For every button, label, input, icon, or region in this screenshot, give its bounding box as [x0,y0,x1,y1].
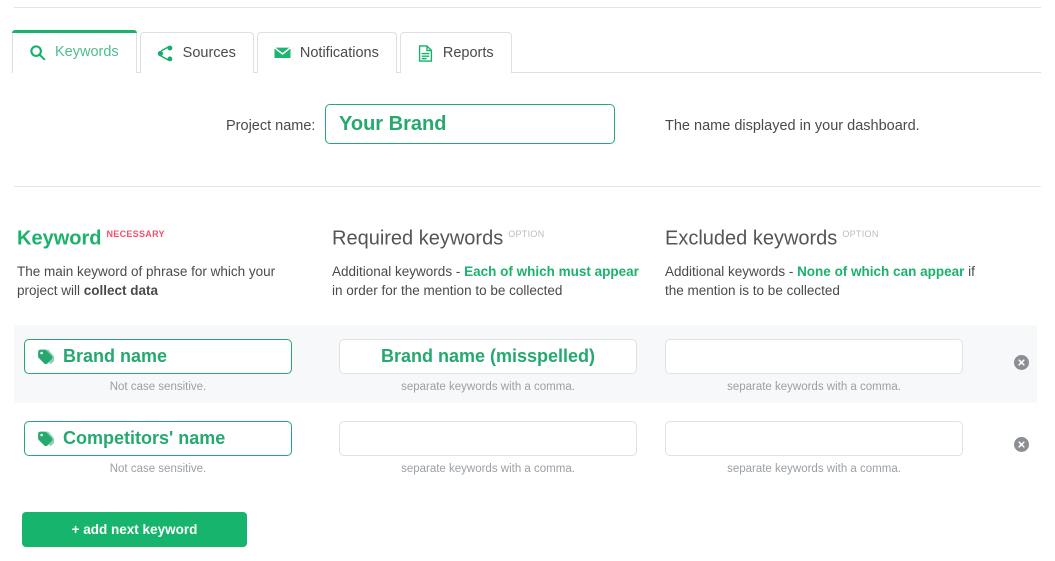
column-desc-keyword: The main keyword of phrase for which you… [17,263,276,298]
keyword-cell-main: Not case sensitive. [24,339,292,393]
keyword-cell-main: Not case sensitive. [24,421,292,475]
column-headers: Keyword NECESSARY The main keyword of phr… [0,222,1055,312]
excluded-cell: separate keywords with a comma. [665,339,963,393]
required-keywords-input[interactable] [339,421,637,456]
envelope-icon [273,45,291,62]
remove-keyword-icon[interactable] [1014,355,1029,370]
add-next-keyword-button[interactable]: + add next keyword [22,512,247,547]
column-title-excluded: Excluded keywords OPTION [665,227,879,250]
flag-option-excluded: OPTION [842,229,879,239]
tab-label-notifications: Notifications [299,45,379,61]
project-name-label: Project name: [226,118,316,134]
excluded-hint: separate keywords with a comma. [727,463,901,475]
project-name-row: Project name: The name displayed in your… [0,104,1055,152]
required-cell: separate keywords with a comma. [339,339,637,393]
section-divider [14,186,1041,187]
flag-necessary: NECESSARY [106,229,165,239]
tab-bar: Keywords Sources Notifications Reports [0,30,1055,74]
tab-label-sources: Sources [182,45,236,61]
column-title-required: Required keywords OPTION [332,227,545,250]
share-nodes-icon [157,45,174,62]
keyword-input[interactable] [24,339,292,374]
column-required: Required keywords OPTION Additional keywo… [332,222,652,300]
search-icon [29,44,46,61]
column-excluded: Excluded keywords OPTION Additional keywo… [665,222,995,300]
project-name-input[interactable] [325,104,615,144]
keyword-input-wrap [24,339,292,374]
keyword-row: Not case sensitive. separate keywords wi… [14,407,1037,485]
keyword-input-wrap [24,421,292,456]
excluded-hint: separate keywords with a comma. [727,381,901,393]
tab-reports[interactable]: Reports [399,32,512,73]
tab-sources[interactable]: Sources [139,32,254,73]
tab-list: Keywords Sources Notifications Reports [12,30,515,74]
excluded-keywords-input[interactable] [665,339,963,374]
keyword-hint: Not case sensitive. [109,381,207,393]
required-hint: separate keywords with a comma. [401,463,575,475]
tab-notifications[interactable]: Notifications [256,32,397,73]
remove-keyword-icon[interactable] [1014,437,1029,452]
project-name-hint: The name displayed in your dashboard. [665,118,920,134]
document-icon [417,44,434,62]
keyword-hint: Not case sensitive. [109,463,207,475]
column-desc-excluded: Additional keywords - None of which can … [665,263,975,298]
tab-label-reports: Reports [442,45,494,61]
keyword-row: Not case sensitive. separate keywords wi… [14,325,1037,403]
top-divider [14,7,1041,8]
required-cell: separate keywords with a comma. [339,421,637,475]
column-title-keyword: Keyword NECESSARY [17,227,165,250]
keyword-input[interactable] [24,421,292,456]
column-keyword: Keyword NECESSARY The main keyword of phr… [17,222,317,300]
flag-option-required: OPTION [508,229,545,239]
tab-label-keywords: Keywords [55,44,119,60]
tab-keywords[interactable]: Keywords [12,30,137,74]
column-desc-required: Additional keywords - Each of which must… [332,263,639,298]
required-hint: separate keywords with a comma. [401,381,575,393]
required-keywords-input[interactable] [339,339,637,374]
excluded-cell: separate keywords with a comma. [665,421,963,475]
excluded-keywords-input[interactable] [665,421,963,456]
